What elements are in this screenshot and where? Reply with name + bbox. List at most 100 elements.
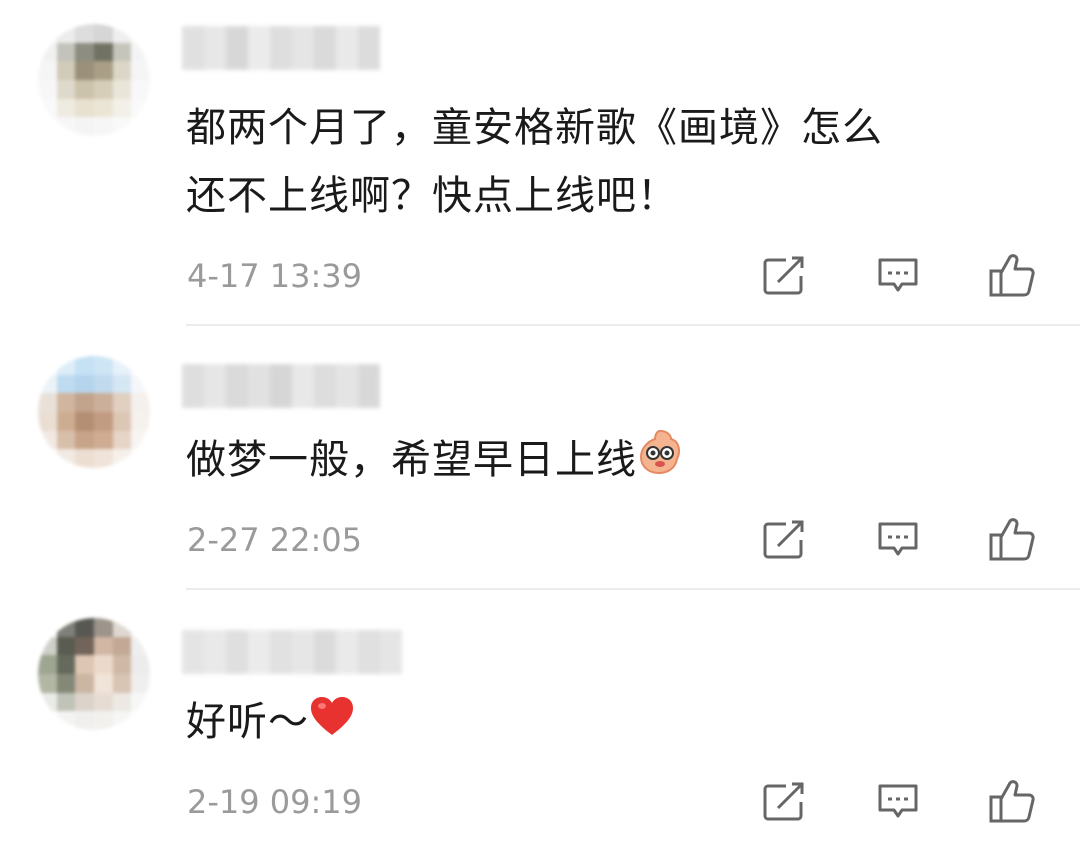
avatar-pixel: [38, 711, 57, 730]
avatar-pixel: [131, 61, 150, 80]
username-pixel: [358, 364, 380, 408]
username-blurred[interactable]: [182, 630, 402, 674]
avatar-pixel: [56, 692, 76, 712]
username-pixel: [358, 630, 380, 674]
avatar-pixel: [93, 692, 113, 712]
avatar-pixel: [93, 61, 113, 80]
username-pixel: [314, 364, 336, 408]
avatar-pixel: [112, 98, 132, 118]
share-button[interactable]: [756, 248, 812, 304]
avatar-pixel: [56, 636, 76, 656]
thumbs-up-icon: [989, 518, 1035, 561]
username-pixel: [204, 630, 226, 674]
avatar-pixel: [131, 393, 150, 412]
avatar-pixel: [75, 430, 94, 450]
share-button[interactable]: [756, 774, 812, 830]
avatar-pixel: [93, 42, 113, 62]
avatar[interactable]: [38, 24, 150, 136]
avatar-pixel: [38, 61, 57, 80]
username-pixel: [270, 364, 292, 408]
like-button[interactable]: [984, 248, 1040, 304]
avatar-pixel: [56, 374, 76, 394]
avatar[interactable]: [38, 356, 150, 468]
avatar-pixel: [56, 98, 76, 118]
username-pixel: [182, 364, 204, 408]
avatar-pixel: [112, 374, 132, 394]
avatar-pixel: [75, 636, 94, 656]
avatar-pixel: [93, 117, 113, 136]
comment-text: 做梦一般，希望早日上线: [186, 426, 1046, 496]
avatar-pixel: [112, 393, 132, 412]
avatar-pixel: [38, 393, 57, 412]
avatar-pixel: [56, 42, 76, 62]
avatar-pixel: [93, 24, 113, 43]
avatar-pixel: [112, 692, 132, 712]
like-button[interactable]: [984, 774, 1040, 830]
avatar-pixel: [75, 618, 94, 637]
username-pixel: [204, 364, 226, 408]
username-pixel: [226, 26, 248, 70]
avatar[interactable]: [38, 618, 150, 730]
avatar-pixel: [112, 711, 132, 730]
avatar-pixel: [75, 374, 94, 394]
avatar-pixel: [93, 430, 113, 450]
comment-timestamp: 2-19 09:19: [187, 783, 363, 821]
avatar-pixel: [131, 636, 150, 656]
avatar-pixel: [131, 449, 150, 468]
username-pixel: [292, 364, 314, 408]
username-pixel: [270, 26, 292, 70]
comment-timestamp: 4-17 13:39: [187, 257, 363, 295]
reply-button[interactable]: [870, 248, 926, 304]
avatar-pixel: [75, 42, 94, 62]
username-pixel: [270, 630, 292, 674]
avatar-pixel: [75, 655, 94, 674]
avatar-pixel: [56, 449, 76, 468]
avatar-pixel: [131, 42, 150, 62]
username-pixel: [314, 26, 336, 70]
avatar-pixel: [131, 79, 150, 99]
username-pixel: [336, 630, 358, 674]
avatar-pixel: [112, 356, 132, 375]
avatar-pixel: [38, 42, 57, 62]
username-blurred[interactable]: [182, 26, 380, 70]
cute-face-emoji-icon: [637, 428, 683, 496]
username-blurred[interactable]: [182, 364, 380, 408]
share-icon: [763, 520, 804, 559]
avatar-pixel: [75, 711, 94, 730]
avatar-pixel: [112, 636, 132, 656]
reply-button[interactable]: [870, 512, 926, 568]
comment-icon: [878, 258, 918, 292]
username-pixel: [248, 26, 270, 70]
avatar-pixel: [93, 711, 113, 730]
avatar-pixel: [112, 618, 132, 637]
avatar-pixel: [131, 430, 150, 450]
avatar-pixel: [38, 374, 57, 394]
username-pixel: [292, 26, 314, 70]
avatar-pixel: [112, 42, 132, 62]
avatar-pixel: [131, 98, 150, 118]
username-pixel: [226, 364, 248, 408]
avatar-pixel: [75, 449, 94, 468]
reply-button[interactable]: [870, 774, 926, 830]
username-pixel: [248, 630, 270, 674]
comment-text-line: 都两个月了，童安格新歌《画境》怎么: [186, 105, 883, 151]
like-button[interactable]: [984, 512, 1040, 568]
avatar-pixel: [38, 430, 57, 450]
avatar-pixel: [93, 393, 113, 412]
avatar-pixel: [38, 117, 57, 136]
thumbs-up-icon: [989, 780, 1035, 823]
avatar-pixel: [112, 24, 132, 43]
avatar-pixel: [93, 98, 113, 118]
avatar-pixel: [56, 655, 76, 674]
avatar-pixel: [131, 117, 150, 136]
username-pixel: [336, 26, 358, 70]
avatar-pixel: [112, 61, 132, 80]
username-pixel: [248, 364, 270, 408]
avatar-pixel: [56, 61, 76, 80]
avatar-pixel: [38, 618, 57, 637]
share-button[interactable]: [756, 512, 812, 568]
thumbs-up-icon: [989, 254, 1035, 297]
avatar-pixel: [112, 411, 132, 431]
avatar-pixel: [131, 24, 150, 43]
comment-text-line: 好听～: [186, 699, 309, 745]
